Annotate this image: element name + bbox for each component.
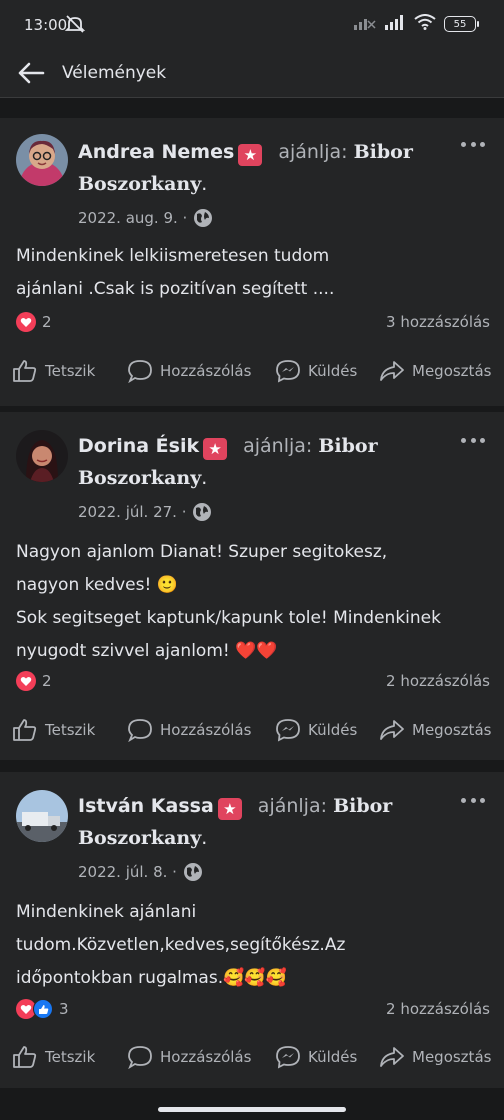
like-button[interactable]: Tetszik xyxy=(12,1045,95,1069)
avatar[interactable] xyxy=(16,134,68,186)
status-time: 13:00 xyxy=(24,16,68,34)
review-card: Andrea Nemes ★ ajánlja: Bibor Boszorkany. … xyxy=(0,118,504,406)
post-date-text: 2022. júl. 8. · xyxy=(78,863,177,881)
post-actions: Tetszik Hozzászólás Küldés Megosztás xyxy=(0,356,504,386)
review-card: István Kassa ★ ajánlja: Bibor Boszorkany. … xyxy=(0,772,504,1088)
share-icon xyxy=(380,361,404,381)
more-options-icon[interactable] xyxy=(456,430,490,450)
like-button[interactable]: Tetszik xyxy=(12,718,95,742)
post-header: Dorina Ésik ★ ajánlja: Bibor Boszorkany. xyxy=(78,430,444,494)
messenger-icon xyxy=(276,1046,300,1069)
like-button[interactable]: Tetszik xyxy=(12,359,95,383)
post-divider xyxy=(0,760,504,772)
thumbs-up-icon xyxy=(13,360,37,382)
home-indicator[interactable] xyxy=(158,1107,346,1112)
author-name[interactable]: Dorina Ésik xyxy=(78,435,199,457)
reaction-count: 2 xyxy=(42,313,52,331)
share-button[interactable]: Megosztás xyxy=(379,718,491,742)
recommends-label: ajánlja: xyxy=(278,141,348,163)
post-text: Mindenkinek ajánlani tudom.Közvetlen,ked… xyxy=(16,902,346,988)
globe-icon xyxy=(194,209,213,227)
signal-icon xyxy=(384,14,406,34)
review-card: Dorina Ésik ★ ajánlja: Bibor Boszorkany. 2… xyxy=(0,412,504,760)
back-button[interactable] xyxy=(14,58,48,88)
globe-icon xyxy=(193,503,212,521)
wifi-icon xyxy=(414,14,436,34)
star-badge-icon: ★ xyxy=(238,144,263,166)
reactions-row[interactable]: 3 2 hozzászólás xyxy=(16,998,490,1020)
author-name[interactable]: Andrea Nemes xyxy=(78,141,234,163)
post-header: István Kassa ★ ajánlja: Bibor Boszorkany. xyxy=(78,790,444,854)
battery-icon: 55 xyxy=(444,16,479,32)
send-button[interactable]: Küldés xyxy=(275,718,357,742)
reaction-count: 3 xyxy=(59,1000,69,1018)
app-header: Vélemények xyxy=(0,50,504,98)
post-text: Mindenkinek lelkiismeretesen tudom ajánl… xyxy=(16,246,335,299)
post-actions: Tetszik Hozzászólás Küldés Megosztás xyxy=(0,715,504,745)
thumbs-up-icon xyxy=(13,1046,37,1068)
comments-count[interactable]: 3 hozzászólás xyxy=(386,313,490,331)
comments-count[interactable]: 2 hozzászólás xyxy=(386,672,490,690)
recommends-label: ajánlja: xyxy=(243,435,313,457)
recommends-label: ajánlja: xyxy=(257,795,328,817)
post-date-text: 2022. júl. 27. · xyxy=(78,503,187,521)
page-name-end: . xyxy=(201,173,208,195)
post-header: Andrea Nemes ★ ajánlja: Bibor Boszorkany. xyxy=(78,136,444,200)
more-options-icon[interactable] xyxy=(456,134,490,154)
globe-icon xyxy=(183,863,202,881)
love-reaction-icon xyxy=(16,671,36,691)
like-reaction-icon xyxy=(33,999,53,1019)
page-name-end: . xyxy=(201,827,208,849)
avatar[interactable] xyxy=(16,790,68,842)
share-icon xyxy=(380,720,404,740)
comment-icon xyxy=(128,719,152,742)
messenger-icon xyxy=(276,360,300,383)
messenger-icon xyxy=(276,719,300,742)
post-date: 2022. júl. 8. · xyxy=(78,862,203,882)
post-date: 2022. júl. 27. · xyxy=(78,502,212,522)
post-text: Nagyon ajanlom Dianat! Szuper segitokesz… xyxy=(16,542,441,661)
post-date: 2022. aug. 9. · xyxy=(78,208,213,228)
post-actions: Tetszik Hozzászólás Küldés Megosztás xyxy=(0,1042,504,1072)
comment-icon xyxy=(128,360,152,383)
comment-button[interactable]: Hozzászólás xyxy=(127,359,251,383)
comments-count[interactable]: 2 hozzászólás xyxy=(386,1000,490,1018)
star-badge-icon: ★ xyxy=(217,798,242,820)
comment-button[interactable]: Hozzászólás xyxy=(127,1045,251,1069)
reactions-row[interactable]: 2 2 hozzászólás xyxy=(16,670,490,692)
mute-icon xyxy=(64,14,86,38)
signal-off-icon xyxy=(352,14,376,34)
reactions-row[interactable]: 2 3 hozzászólás xyxy=(16,311,490,333)
send-button[interactable]: Küldés xyxy=(275,359,357,383)
love-reaction-icon xyxy=(16,312,36,332)
share-icon xyxy=(380,1047,404,1067)
comment-button[interactable]: Hozzászólás xyxy=(127,718,251,742)
reaction-count: 2 xyxy=(42,672,52,690)
share-button[interactable]: Megosztás xyxy=(379,1045,491,1069)
status-bar: 13:00 55 xyxy=(0,0,504,50)
page-name-end: . xyxy=(201,467,208,489)
star-badge-icon: ★ xyxy=(203,438,228,460)
more-options-icon[interactable] xyxy=(456,790,490,810)
thumbs-up-icon xyxy=(13,719,37,741)
send-button[interactable]: Küldés xyxy=(275,1045,357,1069)
author-name[interactable]: István Kassa xyxy=(78,795,214,817)
avatar[interactable] xyxy=(16,430,68,482)
arrow-left-icon xyxy=(18,62,45,84)
post-date-text: 2022. aug. 9. · xyxy=(78,209,188,227)
feed-top-gap xyxy=(0,98,504,118)
comment-icon xyxy=(128,1046,152,1069)
share-button[interactable]: Megosztás xyxy=(379,359,491,383)
page-title: Vélemények xyxy=(62,63,167,83)
